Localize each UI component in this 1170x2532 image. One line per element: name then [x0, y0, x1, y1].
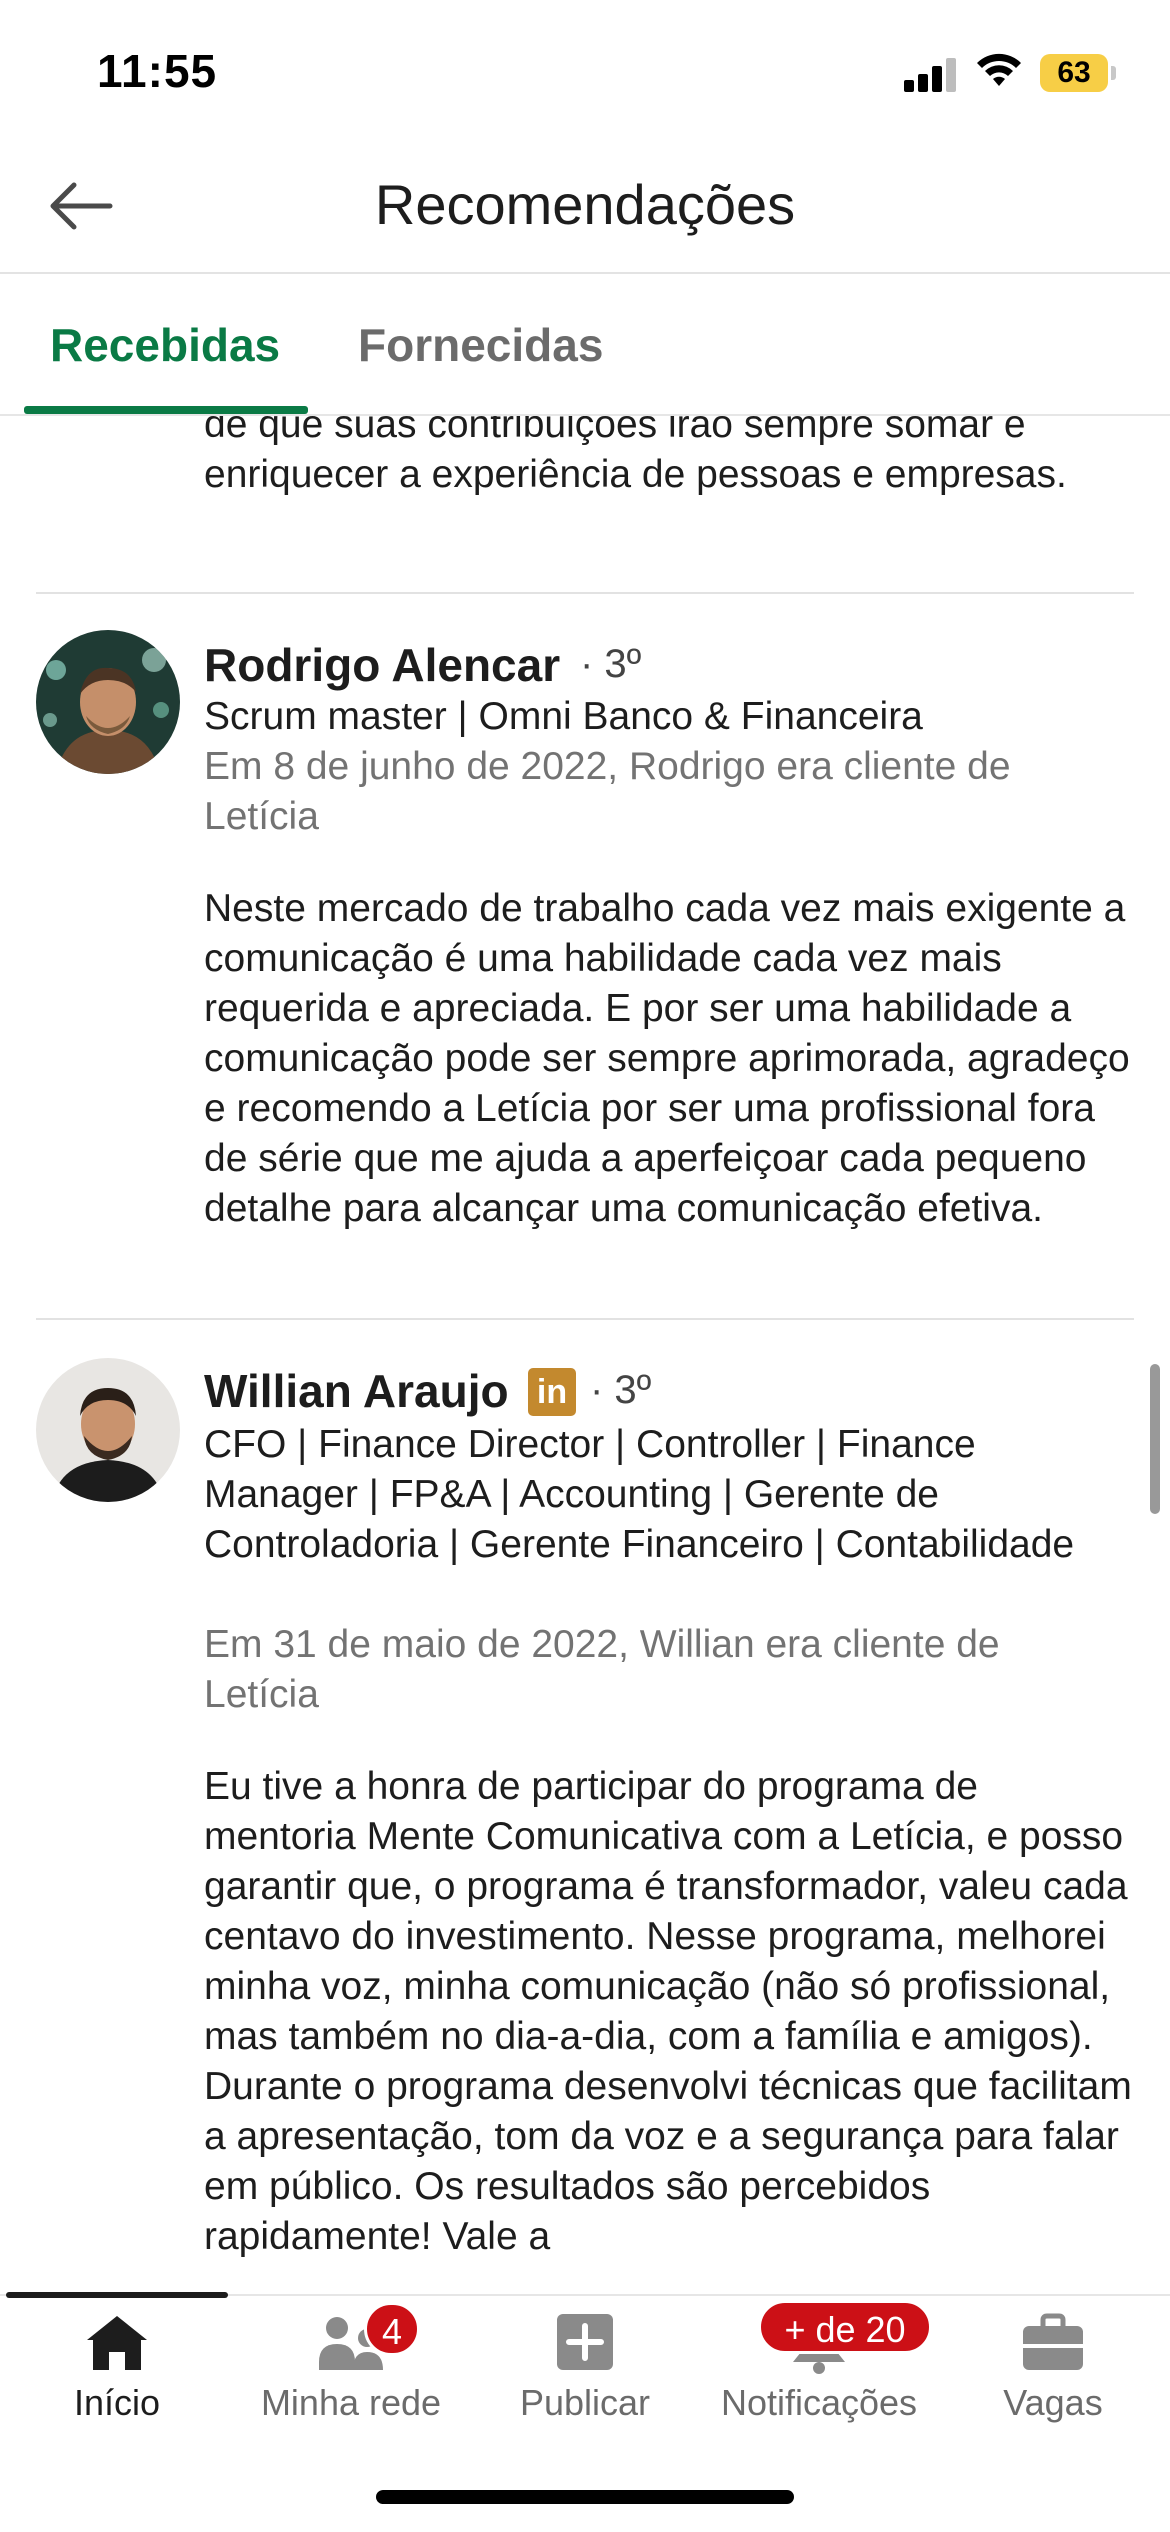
nav-notificacoes[interactable]: + de 20 Notificações [702, 2296, 936, 2446]
nav-label: Minha rede [260, 2382, 442, 2423]
linkedin-premium-icon: in [528, 1368, 576, 1416]
avatar[interactable] [36, 1358, 180, 1502]
tab-recebidas[interactable]: Recebidas [50, 318, 280, 372]
status-bar: 11:55 63 [0, 0, 1170, 140]
recommender-name[interactable]: Rodrigo Alencar [204, 638, 560, 692]
status-time: 11:55 [97, 45, 218, 97]
recommendations-list[interactable]: de que suas contribuições irão sempre so… [0, 416, 1170, 2294]
recommendation-text: Eu tive a honra de participar do program… [204, 1765, 1132, 2258]
briefcase-icon [1023, 2313, 1083, 2370]
page-title: Recomendações [374, 173, 796, 236]
nav-label: Vagas [1003, 2382, 1103, 2423]
battery-icon: 63 [1040, 54, 1116, 92]
recommendation-meta: Em 8 de junho de 2022, Rodrigo era clien… [204, 745, 1011, 838]
recommender-headline: CFO | Finance Director | Controller | Fi… [204, 1423, 1075, 1566]
nav-label: Publicar [519, 2382, 651, 2423]
nav-inicio[interactable]: Início [0, 2296, 234, 2446]
active-tab-indicator [24, 406, 308, 414]
connection-degree: · 3º [580, 642, 642, 686]
cellular-signal-icon [904, 56, 960, 92]
nav-label: Notificações [720, 2382, 918, 2423]
notification-badge: + de 20 [758, 2300, 932, 2354]
nav-minha-rede[interactable]: 4 Minha rede [234, 2296, 468, 2446]
recommendation-text: Neste mercado de trabalho cada vez mais … [204, 887, 1130, 1230]
scrollbar[interactable] [1150, 1364, 1160, 1514]
previous-recommendation-text: de que suas contribuições irão sempre so… [204, 416, 1067, 496]
tab-bar: Recebidas Fornecidas [0, 276, 1170, 416]
recommender-headline: Scrum master | Omni Banco & Financeira [204, 695, 923, 738]
nav-vagas[interactable]: Vagas [936, 2296, 1170, 2446]
connection-degree: · 3º [590, 1368, 652, 1412]
post-icon [557, 2314, 613, 2370]
avatar[interactable] [36, 630, 180, 774]
recommendation-meta: Em 31 de maio de 2022, Willian era clien… [204, 1623, 1000, 1716]
top-bar: Recomendações [0, 140, 1170, 274]
wifi-icon [977, 53, 1021, 86]
nav-label: Início [73, 2382, 161, 2423]
home-icon [87, 2316, 147, 2370]
divider [36, 592, 1134, 594]
divider [36, 1318, 1134, 1320]
home-indicator [376, 2490, 794, 2504]
notification-badge: 4 [364, 2302, 420, 2356]
nav-publicar[interactable]: Publicar [468, 2296, 702, 2446]
recommender-name[interactable]: Willian Araujo [204, 1364, 509, 1418]
tab-fornecidas[interactable]: Fornecidas [358, 318, 603, 372]
